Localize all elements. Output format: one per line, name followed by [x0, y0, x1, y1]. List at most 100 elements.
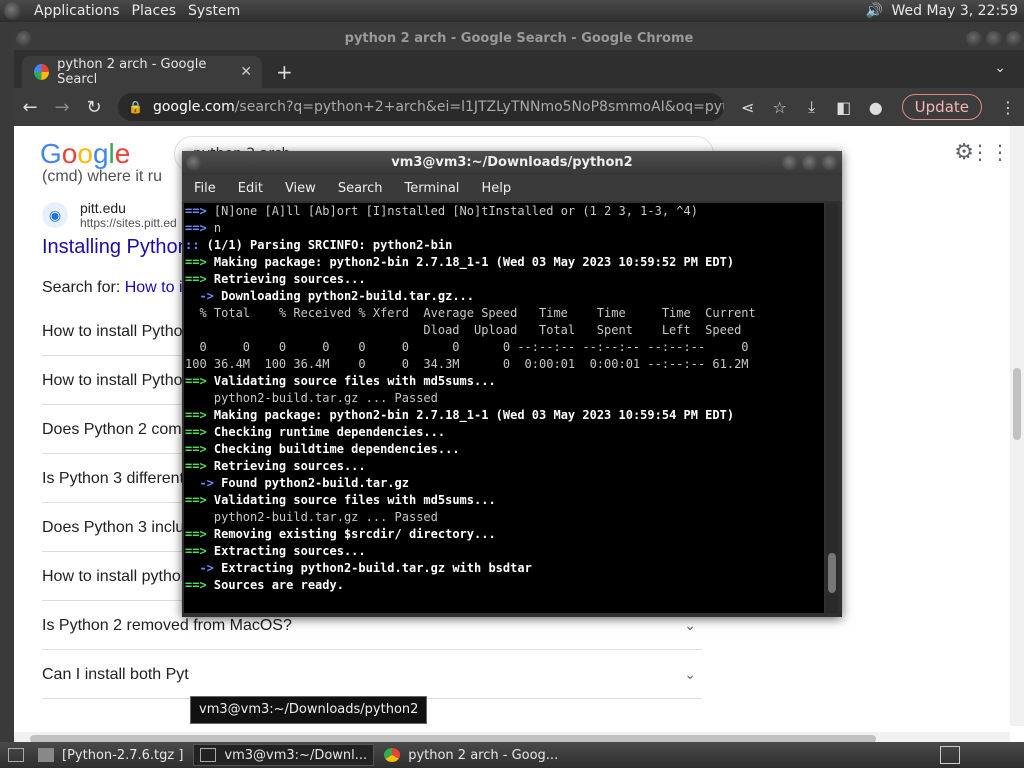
terminal-line-text: % Total % Received % Xferd Average Speed…	[185, 306, 756, 320]
side-panel-icon[interactable]: ◧	[828, 98, 860, 117]
close-window-icon[interactable]	[822, 155, 838, 171]
terminal-menu-terminal[interactable]: Terminal	[404, 181, 459, 196]
terminal-menu-file[interactable]: File	[194, 181, 216, 196]
menu-applications[interactable]: Applications	[34, 3, 120, 19]
terminal-line: ==> Retrieving sources...	[185, 271, 824, 288]
paa-question-text: How to install Pytho	[42, 372, 183, 389]
terminal-menu-search[interactable]: Search	[338, 181, 383, 196]
profile-avatar-icon[interactable]: ●	[860, 98, 892, 117]
workspace-switcher-icon[interactable]	[940, 746, 960, 764]
terminal-line: -> Found python2-build.tar.gz	[185, 475, 824, 492]
bookmark-star-icon[interactable]: ☆	[764, 98, 796, 117]
share-icon[interactable]: ⋖	[732, 98, 764, 117]
menu-system[interactable]: System	[188, 3, 240, 19]
terminal-line-text: Sources are ready.	[206, 578, 344, 592]
address-bar[interactable]: 🔒 google.com /search?q=python+2+arch&ei=…	[118, 93, 724, 121]
terminal-line-prefix: ==>	[185, 255, 207, 269]
terminal-line-text: Checking runtime dependencies...	[206, 425, 446, 439]
terminal-icon	[200, 748, 217, 762]
terminal-line-prefix: ==>	[185, 442, 207, 456]
minimize-icon[interactable]	[782, 155, 798, 171]
maximize-icon[interactable]	[986, 31, 1002, 47]
terminal-line-text: Found python2-build.tar.gz	[213, 476, 409, 490]
terminal-line-text: Extracting python2-build.tar.gz with bsd…	[213, 561, 532, 575]
download-icon[interactable]: ⤓	[796, 97, 828, 117]
window-menu-icon[interactable]	[186, 155, 202, 171]
source-url: https://sites.pitt.ed	[80, 216, 177, 230]
gnome-logo-icon[interactable]	[4, 2, 22, 20]
terminal-scrollbar[interactable]	[826, 203, 838, 613]
apps-grid-icon[interactable]: ⋮⋮	[970, 140, 1010, 164]
terminal-line: -> Downloading python2-build.tar.gz...	[185, 288, 824, 305]
lock-icon[interactable]: 🔒	[128, 100, 143, 114]
terminal-line-text: Retrieving sources...	[206, 272, 366, 286]
task-label: [Python-2.7.6.tgz ]	[62, 747, 184, 763]
terminal-output[interactable]: ==> [N]one [A]ll [Ab]ort [I]nstalled [No…	[184, 203, 824, 613]
chrome-titlebar[interactable]: python 2 arch - Google Search - Google C…	[14, 28, 1024, 50]
tab-google-search[interactable]: python 2 arch - Google Searcl ✕	[22, 56, 262, 88]
paa-question-text: Does Python 3 inclu	[42, 519, 185, 536]
terminal-scroll-thumb[interactable]	[828, 553, 836, 593]
kebab-menu-icon[interactable]: ⋮	[992, 98, 1024, 117]
new-tab-icon[interactable]: +	[276, 60, 293, 84]
task-terminal[interactable]: vm3@vm3:~/Downl...	[193, 744, 375, 766]
terminal-line: Dload Upload Total Spent Left Speed	[185, 322, 824, 339]
terminal-line-prefix: ->	[185, 289, 214, 303]
task-label: python 2 arch - Goog...	[408, 747, 559, 763]
tab-strip: python 2 arch - Google Searcl ✕ + ⌄	[14, 50, 1024, 88]
terminal-line-prefix: ->	[185, 476, 214, 490]
page-vertical-scrollbar[interactable]	[1010, 126, 1024, 726]
paa-question-text: How to install Pytho	[42, 323, 183, 340]
terminal-line-prefix: ->	[185, 561, 214, 575]
taskbar-tooltip: vm3@vm3:~/Downloads/python2	[190, 696, 428, 724]
vertical-scroll-thumb[interactable]	[1013, 368, 1021, 440]
close-tab-icon[interactable]: ✕	[240, 64, 252, 80]
terminal-line: % Total % Received % Xferd Average Speed…	[185, 305, 824, 322]
terminal-line: ==> Making package: python2-bin 2.7.18_1…	[185, 254, 824, 271]
forward-arrow-icon[interactable]: →	[46, 97, 78, 118]
chevron-down-icon: ⌄	[684, 666, 696, 682]
terminal-line: -> Extracting python2-build.tar.gz with …	[185, 560, 824, 577]
paa-question-text: Is Python 3 different	[42, 470, 185, 487]
task-chrome[interactable]: python 2 arch - Goog...	[378, 744, 564, 766]
terminal-titlebar[interactable]: vm3@vm3:~/Downloads/python2	[182, 151, 842, 175]
terminal-line-prefix: ==>	[185, 527, 207, 541]
menu-places[interactable]: Places	[132, 3, 177, 19]
terminal-line-text: Removing existing $srcdir/ directory...	[206, 527, 496, 541]
terminal-line: ==> [N]one [A]ll [Ab]ort [I]nstalled [No…	[185, 203, 824, 220]
terminal-line-text: 0 0 0 0 0 0 0 0 --:--:-- --:--:-- --:--:…	[185, 340, 749, 354]
terminal-window: vm3@vm3:~/Downloads/python2 File Edit Vi…	[182, 151, 842, 617]
terminal-menu-view[interactable]: View	[285, 181, 316, 196]
terminal-line-text: Dload Upload Total Spent Left Speed	[185, 323, 742, 337]
terminal-line: ==> Checking runtime dependencies...	[185, 424, 824, 441]
update-button[interactable]: Update	[901, 94, 982, 120]
terminal-line-text: Downloading python2-build.tar.gz...	[213, 289, 474, 303]
volume-icon[interactable]: 🔊	[865, 3, 883, 19]
terminal-line-text: Retrieving sources...	[206, 459, 366, 473]
archive-icon	[38, 748, 54, 762]
show-desktop-icon[interactable]	[8, 748, 24, 762]
paa-question-text: Does Python 2 com	[42, 421, 182, 438]
maximize-icon[interactable]	[802, 155, 818, 171]
terminal-line-text: (1/1) Parsing SRCINFO: python2-bin	[199, 238, 453, 252]
chrome-icon	[384, 748, 401, 762]
terminal-line-prefix: ==>	[185, 204, 207, 218]
terminal-line-text: python2-build.tar.gz ... Passed	[185, 391, 438, 405]
terminal-menubar: File Edit View Search Terminal Help	[182, 175, 842, 201]
terminal-line: 0 0 0 0 0 0 0 0 --:--:-- --:--:-- --:--:…	[185, 339, 824, 356]
chrome-window-title: python 2 arch - Google Search - Google C…	[344, 31, 694, 46]
search-for-link[interactable]: How to i	[125, 279, 183, 296]
terminal-menu-help[interactable]: Help	[481, 181, 511, 196]
terminal-line-text: Making package: python2-bin 2.7.18_1-1 (…	[206, 255, 735, 269]
window-menu-icon[interactable]	[16, 31, 32, 47]
task-archive[interactable]: [Python-2.7.6.tgz ]	[32, 744, 189, 766]
minimize-icon[interactable]	[966, 31, 982, 47]
terminal-line: ==> Retrieving sources...	[185, 458, 824, 475]
close-window-icon[interactable]	[1006, 31, 1022, 47]
terminal-menu-edit[interactable]: Edit	[238, 181, 263, 196]
tab-search-chevron-icon[interactable]: ⌄	[994, 60, 1006, 76]
panel-clock[interactable]: Wed May 3, 22:59	[891, 3, 1018, 19]
reload-icon[interactable]: ↻	[78, 97, 110, 118]
paa-question[interactable]: Can I install both Pyt ⌄	[42, 650, 702, 699]
back-arrow-icon[interactable]: ←	[14, 97, 46, 118]
